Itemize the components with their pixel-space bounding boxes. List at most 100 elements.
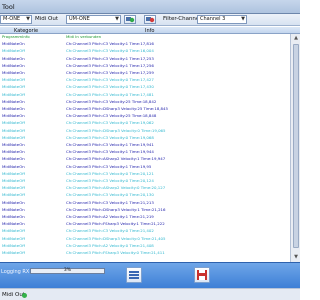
row-category: MidiNoteOn: [2, 221, 25, 227]
disconnect-icon: [146, 17, 155, 23]
row-info: Ch:Channel3 Pitch:C3 Velocity:1 Time:17,…: [66, 41, 154, 47]
midi-out-select[interactable]: UM-ONE ▼: [66, 15, 121, 24]
table-row[interactable]: MidiNoteOn Ch:Channel3 Pitch:A2 Velocity:…: [0, 214, 290, 219]
vertical-scrollbar[interactable]: ▲ ▼: [290, 34, 300, 262]
bottom-bar: Logging RX+ 3%: [0, 262, 300, 288]
table-row[interactable]: MidiNoteOff Ch:Channel3 Pitch:C3 Velocity…: [0, 192, 290, 197]
connect-button[interactable]: [124, 15, 136, 24]
row-category: MidiNoteOn: [2, 55, 25, 61]
clear-list-icon: [129, 271, 139, 279]
filter-channel-select[interactable]: Channel 3 ▼: [197, 15, 247, 24]
column-header-info[interactable]: Info: [145, 28, 154, 34]
table-row[interactable]: MidiNoteOn Ch:Channel3 Pitch:C3 Velocity:…: [0, 142, 290, 147]
row-info: Ch:Channel3 Pitch:C3 Velocity:0 Time:16,…: [66, 48, 154, 54]
row-info: Ch:Channel3 Pitch:C3 Velocity:1 Time:19,…: [66, 142, 154, 147]
row-category: MidiNoteOff: [2, 120, 25, 126]
row-info: Ch:Channel3 Pitch:C3 Velocity:25 Time:18…: [66, 113, 157, 119]
table-row[interactable]: MidiNoteOff Ch:Channel3 Pitch:C3 Velocity…: [0, 48, 290, 53]
row-category: MidiNoteOff: [2, 235, 25, 241]
row-info: Ch:Channel3 Pitch:FSharp3 Velocity:1 Tim…: [66, 221, 165, 227]
chevron-down-icon: ▼: [26, 16, 30, 22]
filter-channel-value: Channel 3: [200, 16, 226, 22]
save-icon: [197, 270, 207, 280]
table-row[interactable]: MidiNoteOn Ch:Channel3 Pitch:C3 Velocity:…: [0, 200, 290, 205]
row-category: MidiNoteOn: [2, 98, 25, 104]
row-category: MidiNoteOff: [2, 242, 25, 248]
scroll-up-icon[interactable]: ▲: [292, 35, 300, 41]
row-info: Ch:Channel3 Pitch:C3 Velocity:1 Time:21,…: [66, 199, 154, 205]
row-info: Ch:Channel3 Pitch:A2 Velocity:0 Time:21,…: [66, 242, 154, 248]
progress-text: 3%: [63, 268, 72, 273]
row-category: MidiNoteOff: [2, 185, 25, 191]
table-row[interactable]: MidiNoteOff Ch:Channel3 Pitch:DSharp3 Vel…: [0, 236, 290, 241]
row-category: MidiNoteOn: [2, 199, 25, 205]
row-category: MidiNoteOn: [2, 156, 25, 162]
table-row[interactable]: MidiNoteOn Ch:Channel3 Pitch:C3 Velocity:…: [0, 113, 290, 118]
table-row[interactable]: MidiNoteOff Ch:Channel3 Pitch:C3 Velocity…: [0, 171, 290, 176]
row-category: MidiNoteOff: [2, 134, 25, 140]
table-row[interactable]: MidiNoteOff Ch:Channel3 Pitch:A2 Velocity…: [0, 243, 290, 248]
row-info: Ch:Channel3 Pitch:C3 Velocity:1 Time:17,…: [66, 62, 154, 68]
row-info: Ch:Channel3 Pitch:C3 Velocity:0 Time:17,…: [66, 84, 154, 90]
table-row[interactable]: MidiNoteOff Ch:Channel3 Pitch:C3 Velocity…: [0, 120, 290, 125]
row-info: Ch:Channel3 Pitch:ASharp2 Velocity:1 Tim…: [66, 156, 166, 162]
table-row[interactable]: MidiNoteOff Ch:Channel3 Pitch:C3 Velocity…: [0, 135, 290, 140]
row-category: MidiNoteOff: [2, 127, 25, 133]
table-row[interactable]: MidiNoteOn Ch:Channel3 Pitch:DSharp3 Velo…: [0, 207, 290, 212]
table-row[interactable]: MidiNoteOn Ch:Channel3 Pitch:C3 Velocity:…: [0, 149, 290, 154]
table-row[interactable]: MidiNoteOn Ch:Channel3 Pitch:C3 Velocity:…: [0, 63, 290, 68]
scroll-down-icon[interactable]: ▼: [292, 254, 300, 260]
row-info: Ch:Channel3 Pitch:C3 Velocity:0 Time:21,…: [66, 228, 154, 234]
row-category: MidiNoteOff: [2, 84, 25, 90]
clear-log-button[interactable]: [126, 267, 142, 283]
save-log-button[interactable]: [194, 267, 210, 283]
row-info: Ch:Channel3 Pitch:C3 Velocity:0 Time:19,…: [66, 134, 154, 140]
midi-out-value: UM-ONE: [69, 16, 90, 22]
grid-header: Kategorie Info: [0, 27, 300, 34]
row-category: MidiNoteOn: [2, 206, 25, 212]
row-info: Ch:Channel3 Pitch:C3 Velocity:0 Time:20,…: [66, 170, 154, 176]
row-info: Ch:Channel3 Pitch:C3 Velocity:0 Time:17,…: [66, 77, 154, 83]
table-row[interactable]: MidiNoteOn Ch:Channel3 Pitch:FSharp3 Velo…: [0, 221, 290, 226]
table-row[interactable]: MidiNoteOn Ch:Channel3 Pitch:C3 Velocity:…: [0, 70, 290, 75]
row-info: Ch:Channel3 Pitch:C3 Velocity:0 Time:20,…: [66, 178, 154, 183]
row-category: MidiNoteOn: [2, 113, 25, 119]
table-row[interactable]: MidiNoteOn Ch:Channel3 Pitch:ASharp2 Velo…: [0, 156, 290, 161]
midi-in-select[interactable]: M-ONE ▼: [0, 15, 32, 24]
table-row[interactable]: MidiNoteOn Ch:Channel3 Pitch:C3 Velocity:…: [0, 41, 290, 46]
row-info: Ch:Channel3 Pitch:C3 Velocity:1 Time:17,…: [66, 70, 154, 75]
table-row[interactable]: MidiNoteOff Ch:Channel3 Pitch:C3 Velocity…: [0, 77, 290, 82]
table-row[interactable]: MidiNoteOn Ch:Channel3 Pitch:C3 Velocity:…: [0, 164, 290, 169]
toolbar: M-ONE ▼ Midi Out UM-ONE ▼ Filter-Channel…: [0, 14, 300, 26]
status-bar: Midi Out: [0, 288, 300, 300]
row-category: MidiNoteOn: [2, 149, 25, 155]
table-row[interactable]: MidiNoteOff Ch:Channel3 Pitch:C3 Velocity…: [0, 84, 290, 89]
row-info: Ch:Channel3 Pitch:C3 Velocity:25 Time:18…: [66, 98, 157, 104]
row-info: Ch:Channel3 Pitch:C3 Velocity:1 Time:19,…: [66, 163, 152, 169]
row-category: MidiNoteOff: [2, 250, 25, 255]
row-category: MidiNoteOn: [2, 70, 25, 75]
row-info: Ch:Channel3 Pitch:A2 Velocity:1 Time:21,…: [66, 214, 154, 219]
table-row[interactable]: MidiNoteOff Ch:Channel3 Pitch:FSharp3 Vel…: [0, 250, 290, 255]
scrollbar-thumb[interactable]: [293, 44, 299, 248]
row-info: Midi In verbunden: [66, 34, 102, 39]
table-row[interactable]: MidiNoteOn Ch:Channel3 Pitch:DSharp3 Velo…: [0, 106, 290, 111]
logging-progress: 3%: [30, 268, 105, 274]
table-row[interactable]: MidiNoteOff Ch:Channel3 Pitch:C3 Velocity…: [0, 228, 290, 233]
table-row[interactable]: MidiNoteOff Ch:Channel3 Pitch:DSharp3 Vel…: [0, 128, 290, 133]
row-category: MidiNoteOff: [2, 91, 25, 97]
row-category: MidiNoteOff: [2, 178, 25, 183]
table-row[interactable]: MidiNoteOff Ch:Channel3 Pitch:ASharp2 Vel…: [0, 185, 290, 190]
row-category: MidiNoteOff: [2, 228, 25, 234]
column-header-category[interactable]: Kategorie: [14, 28, 38, 34]
midi-out-label: Midi Out: [35, 16, 59, 22]
row-category: MidiNoteOff: [2, 192, 25, 198]
row-info: Ch:Channel3 Pitch:FSharp3 Velocity:0 Tim…: [66, 250, 165, 255]
row-category: MidiNoteOn: [2, 142, 25, 147]
table-row[interactable]: MidiNoteOn Ch:Channel3 Pitch:C3 Velocity:…: [0, 99, 290, 104]
table-row[interactable]: ProgrammInfo Midi In verbunden: [0, 34, 290, 39]
table-row[interactable]: MidiNoteOff Ch:Channel3 Pitch:C3 Velocity…: [0, 178, 290, 183]
table-row[interactable]: MidiNoteOn Ch:Channel3 Pitch:C3 Velocity:…: [0, 56, 290, 61]
table-row[interactable]: MidiNoteOff Ch:Channel3 Pitch:C3 Velocity…: [0, 92, 290, 97]
disconnect-button[interactable]: [144, 15, 156, 24]
